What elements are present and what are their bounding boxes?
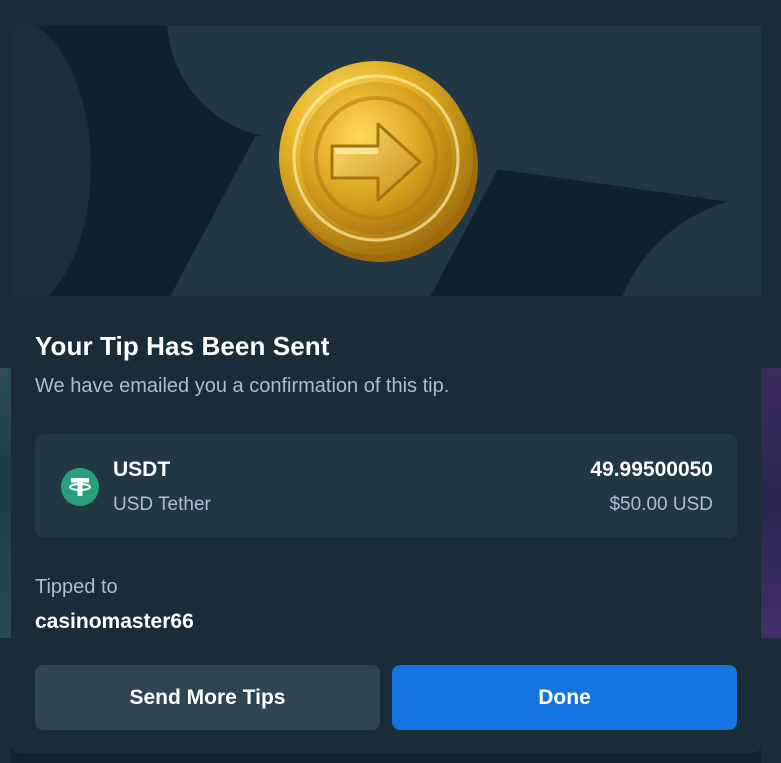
background-thumbnail-right [761,368,781,638]
amount-crypto: 49.99500050 [590,458,713,481]
hero-banner [11,26,761,296]
done-button[interactable]: Done [392,665,737,730]
tether-icon [61,468,99,506]
tip-sent-modal: Your Tip Has Been Sent We have emailed y… [11,0,761,753]
modal-title: Your Tip Has Been Sent [35,331,330,361]
tipped-to-username: casinomaster66 [35,610,194,633]
currency-name: USD Tether [113,494,211,515]
gold-coin-arrow-icon [274,58,480,264]
tipped-to-label: Tipped to [35,576,118,598]
modal-subtitle: We have emailed you a confirmation of th… [35,375,450,397]
tip-summary-card: USDT USD Tether 49.99500050 $50.00 USD [35,434,737,538]
amount-fiat: $50.00 USD [609,494,713,515]
currency-code: USDT [113,458,171,481]
background-thumbnail-left [0,368,11,638]
send-more-tips-button[interactable]: Send More Tips [35,665,380,730]
